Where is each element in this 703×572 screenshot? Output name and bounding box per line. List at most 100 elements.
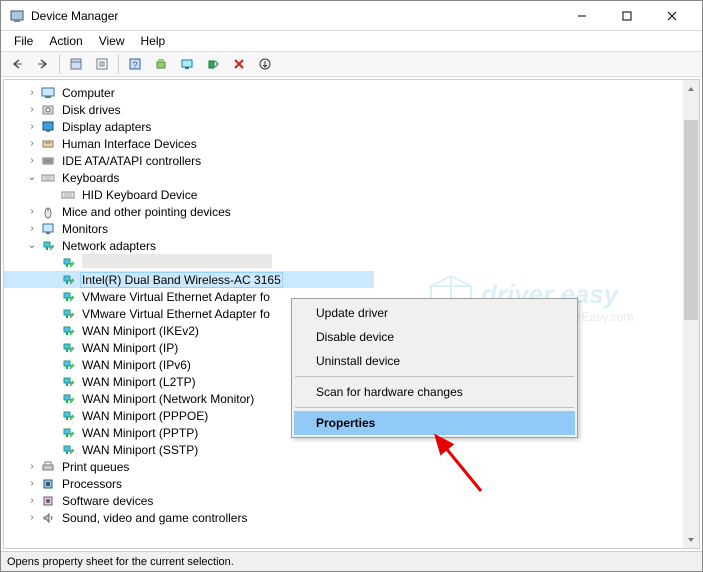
show-hidden-button[interactable] xyxy=(64,53,88,75)
app-icon xyxy=(9,8,25,24)
tree-node[interactable]: ·WAN Miniport (SSTP) xyxy=(4,441,699,458)
close-button[interactable] xyxy=(649,1,694,30)
tree-node-label: WAN Miniport (PPTP) xyxy=(80,425,200,441)
forward-button[interactable] xyxy=(31,53,55,75)
context-menu-item[interactable]: Disable device xyxy=(294,325,575,349)
tree-node[interactable]: · xyxy=(4,254,699,271)
minimize-button[interactable] xyxy=(559,1,604,30)
maximize-button[interactable] xyxy=(604,1,649,30)
network-icon xyxy=(40,239,56,253)
toolbar: ? xyxy=(1,51,702,77)
tree-node[interactable]: ›Processors xyxy=(4,475,699,492)
scrollbar[interactable] xyxy=(683,79,700,549)
tree-node[interactable]: ·HID Keyboard Device xyxy=(4,186,699,203)
menu-action[interactable]: Action xyxy=(42,32,89,50)
tree-node-label: WAN Miniport (PPPOE) xyxy=(80,408,210,424)
expand-icon[interactable]: › xyxy=(24,206,40,217)
expand-icon[interactable]: › xyxy=(24,138,40,149)
network-icon xyxy=(60,409,76,423)
expand-icon[interactable]: › xyxy=(24,155,40,166)
tree-node-label: VMware Virtual Ethernet Adapter fo xyxy=(80,306,272,322)
tree-node[interactable]: ·Intel(R) Dual Band Wireless-AC 3165 xyxy=(4,271,374,288)
tree-node[interactable]: ⌄Network adapters xyxy=(4,237,699,254)
context-menu-separator xyxy=(295,407,574,408)
scan-hardware-button[interactable] xyxy=(201,53,225,75)
menu-help[interactable]: Help xyxy=(134,32,173,50)
expand-icon[interactable]: › xyxy=(24,87,40,98)
tree-node[interactable]: ›Display adapters xyxy=(4,118,699,135)
toolbar-separator xyxy=(59,54,60,74)
titlebar: Device Manager xyxy=(1,1,702,31)
uninstall-button[interactable] xyxy=(227,53,251,75)
tree-node[interactable]: › Sound, video and game controllers xyxy=(4,509,699,526)
display-icon xyxy=(40,120,56,134)
menu-file[interactable]: File xyxy=(7,32,40,50)
window-title: Device Manager xyxy=(31,9,559,23)
mouse-icon xyxy=(40,205,56,219)
context-menu-separator xyxy=(295,376,574,377)
tree-node-label: WAN Miniport (IKEv2) xyxy=(80,323,201,339)
network-icon xyxy=(60,426,76,440)
context-menu-item[interactable]: Update driver xyxy=(294,301,575,325)
tree-node-label: Monitors xyxy=(60,221,110,237)
collapse-icon[interactable]: ⌄ xyxy=(24,240,40,251)
tree-node[interactable]: ›Human Interface Devices xyxy=(4,135,699,152)
network-icon xyxy=(60,273,76,287)
tree-node-label: Mice and other pointing devices xyxy=(60,204,233,220)
properties-button[interactable] xyxy=(90,53,114,75)
scroll-down-arrow[interactable] xyxy=(683,531,699,548)
network-icon xyxy=(60,341,76,355)
refresh-button[interactable] xyxy=(253,53,277,75)
tree-node-label: IDE ATA/ATAPI controllers xyxy=(60,153,203,169)
keyboard-icon xyxy=(60,188,76,202)
tree-node-label: HID Keyboard Device xyxy=(80,187,199,203)
expand-icon[interactable]: › xyxy=(24,478,40,489)
network-icon xyxy=(60,256,76,270)
svg-text:?: ? xyxy=(132,60,137,70)
menu-view[interactable]: View xyxy=(92,32,132,50)
context-menu-item[interactable]: Properties xyxy=(294,411,575,435)
tree-node-label: WAN Miniport (Network Monitor) xyxy=(80,391,256,407)
tree-node-label: WAN Miniport (IPv6) xyxy=(80,357,193,373)
statusbar: Opens property sheet for the current sel… xyxy=(1,551,702,571)
tree-node-label: WAN Miniport (IP) xyxy=(80,340,180,356)
network-icon xyxy=(60,324,76,338)
expand-icon[interactable]: › xyxy=(24,104,40,115)
network-icon xyxy=(60,443,76,457)
tree-node-label: Sound, video and game controllers xyxy=(60,510,249,526)
scroll-thumb[interactable] xyxy=(684,120,698,320)
network-icon xyxy=(60,307,76,321)
collapse-icon[interactable]: ⌄ xyxy=(24,172,40,183)
tree-node[interactable]: ›Disk drives xyxy=(4,101,699,118)
computer-button[interactable] xyxy=(175,53,199,75)
menubar: File Action View Help xyxy=(1,31,702,51)
context-menu: Update driverDisable deviceUninstall dev… xyxy=(291,298,578,438)
context-menu-item[interactable]: Uninstall device xyxy=(294,349,575,373)
tree-node[interactable]: › Monitors xyxy=(4,220,699,237)
tree-node-label: Keyboards xyxy=(60,170,121,186)
update-driver-button[interactable] xyxy=(149,53,173,75)
back-button[interactable] xyxy=(5,53,29,75)
tree-node[interactable]: › IDE ATA/ATAPI controllers xyxy=(4,152,699,169)
network-icon xyxy=(60,375,76,389)
sound-icon xyxy=(40,511,56,525)
network-icon xyxy=(60,290,76,304)
expand-icon[interactable]: › xyxy=(24,461,40,472)
expand-icon[interactable]: › xyxy=(24,223,40,234)
expand-icon[interactable]: › xyxy=(24,512,40,523)
status-text: Opens property sheet for the current sel… xyxy=(7,556,234,568)
context-menu-item[interactable]: Scan for hardware changes xyxy=(294,380,575,404)
scroll-up-arrow[interactable] xyxy=(683,80,699,97)
tree-node[interactable]: ›Computer xyxy=(4,84,699,101)
cpu-icon xyxy=(40,477,56,491)
monitor-icon xyxy=(40,222,56,236)
expand-icon[interactable]: › xyxy=(24,121,40,132)
expand-icon[interactable]: › xyxy=(24,495,40,506)
tree-node[interactable]: ›Software devices xyxy=(4,492,699,509)
keyboard-icon xyxy=(40,171,56,185)
tree-node[interactable]: › Mice and other pointing devices xyxy=(4,203,699,220)
tree-node[interactable]: ⌄ Keyboards xyxy=(4,169,699,186)
help-button[interactable]: ? xyxy=(123,53,147,75)
tree-node[interactable]: ›Print queues xyxy=(4,458,699,475)
tree-node-label: VMware Virtual Ethernet Adapter fo xyxy=(80,289,272,305)
